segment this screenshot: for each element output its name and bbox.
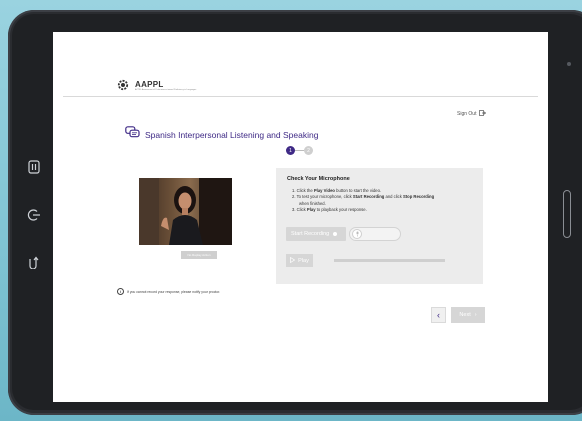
play-button[interactable]: Play [286,254,313,267]
page-title: Spanish Interpersonal Listening and Spea… [145,130,319,140]
play-icon [290,256,296,265]
record-dot-icon [333,232,338,236]
play-label: Play [298,257,309,264]
video-player[interactable] [139,178,232,245]
brand-tagline: ACTFL Assessment of Performance toward P… [135,88,197,91]
next-label: Next [459,312,471,318]
app-screen: AAPPL ACTFL Assessment of Performance to… [53,32,548,402]
chevron-right-icon: › [474,312,477,318]
camera [567,62,571,66]
header-divider [63,96,538,97]
start-recording-button[interactable]: Start Recording [286,227,346,241]
step-connector [295,150,304,151]
next-button[interactable]: Next › [451,307,485,323]
notice-text: If you cannot record your response, plea… [127,289,221,294]
sign-out-link[interactable]: Sign Out [457,110,487,118]
conversation-icon [125,126,140,144]
playback-progress-bar [334,259,445,262]
sign-out-label: Sign Out [457,111,477,117]
step-2: 2 [304,146,313,155]
mic-check-panel: Check Your Microphone 1. Click the Play … [276,168,483,284]
page-title-row: Spanish Interpersonal Listening and Spea… [125,126,318,144]
home-button[interactable] [563,190,571,238]
instructions-list: 1. Click the Play Video button to start … [292,188,477,214]
step-1: 1 [286,146,295,155]
stop-recording-toggle[interactable] [349,227,401,241]
exit-icon[interactable] [27,208,41,225]
info-icon: i [117,288,124,295]
replay-video-button[interactable]: No Replay Action [181,251,217,259]
start-recording-label: Start Recording [291,231,330,237]
pause-icon[interactable] [28,160,40,177]
panel-heading: Check Your Microphone [287,176,350,182]
gear-logo-icon [115,78,131,92]
microphone-icon [352,229,362,239]
step-indicator: 1 2 [286,146,313,155]
rotate-icon[interactable] [28,255,41,272]
instruction-3: 3. Click Play to playback your response. [292,207,367,213]
speaker-figure [139,178,232,245]
brand-logo: AAPPL ACTFL Assessment of Performance to… [115,78,196,92]
recording-notice: i If you cannot record your response, pl… [117,288,220,295]
sign-out-icon [479,110,487,118]
back-button[interactable]: ‹ [431,307,446,323]
brand-name: AAPPL [135,79,164,89]
